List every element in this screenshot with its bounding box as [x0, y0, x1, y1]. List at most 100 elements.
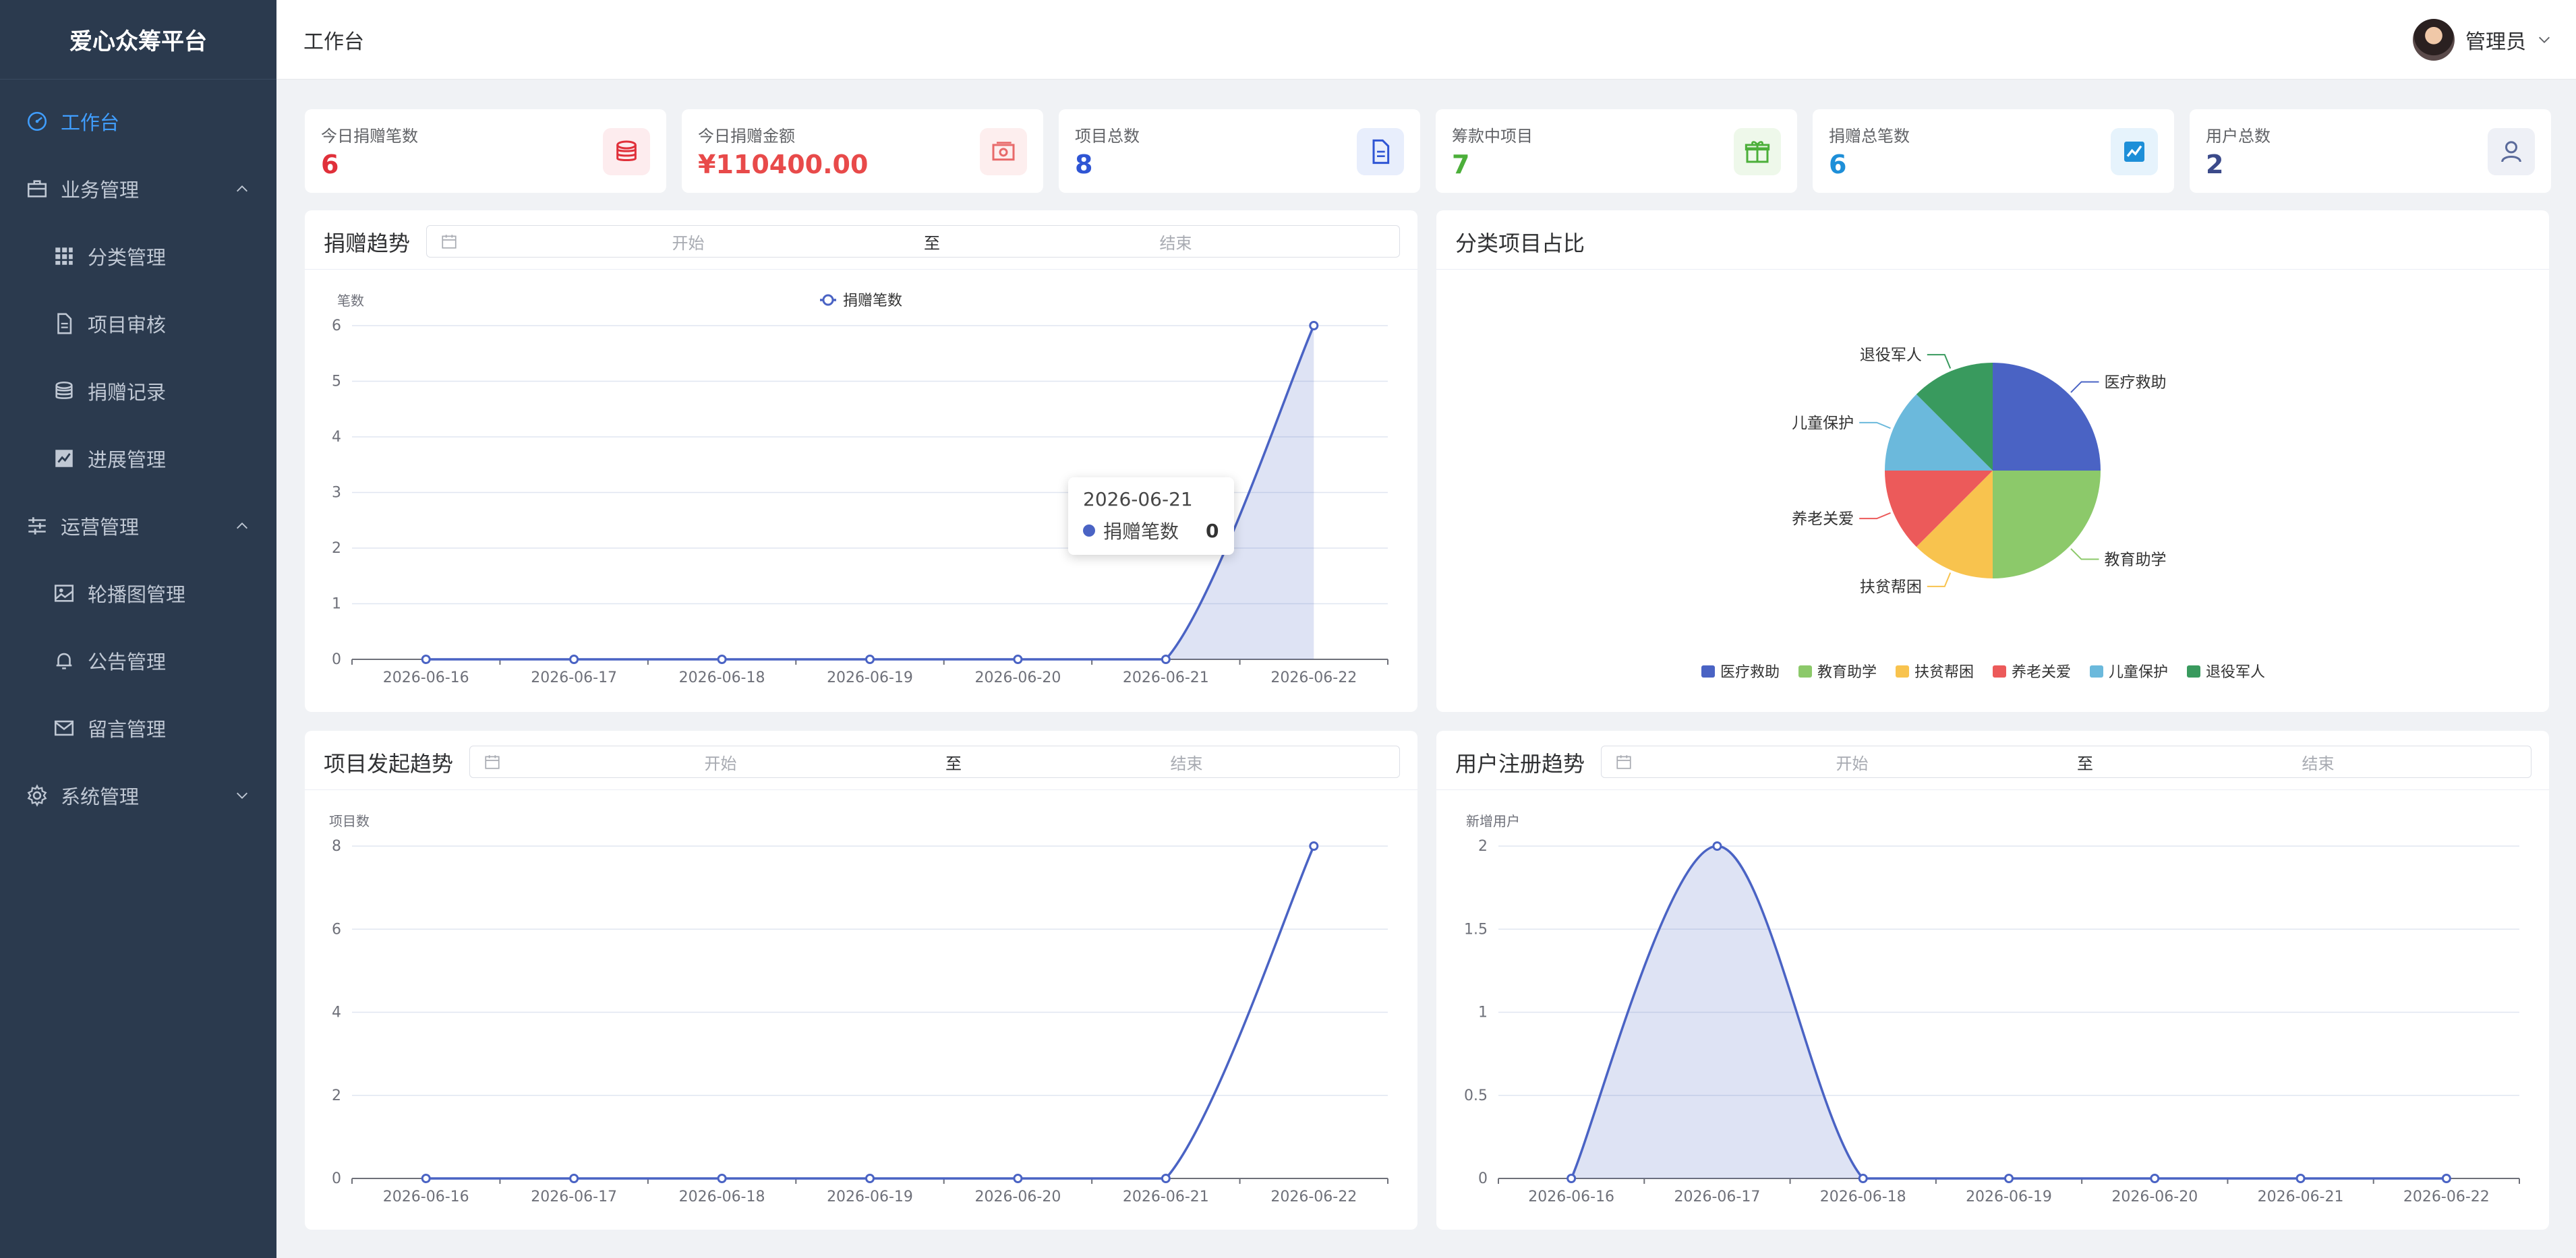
coins-icon — [53, 380, 76, 402]
y-axis-label: 笔数 — [337, 293, 364, 309]
image-icon — [54, 585, 74, 602]
legend-marker[interactable] — [2090, 665, 2103, 678]
sidebar-item-2[interactable]: 分类管理 — [0, 222, 276, 290]
sidebar-item-10[interactable]: 系统管理 — [0, 762, 276, 829]
x-tick-label: 2026-06-17 — [531, 669, 617, 686]
data-point[interactable] — [421, 1174, 431, 1183]
legend-marker[interactable] — [2187, 665, 2200, 678]
y-tick-label: 0 — [332, 651, 341, 668]
legend-label[interactable]: 扶贫帮困 — [1914, 664, 1974, 681]
sidebar-item-label: 分类管理 — [88, 246, 167, 269]
panel-header: 分类项目占比 — [1436, 210, 2549, 270]
data-point[interactable] — [2295, 1174, 2306, 1183]
sidebar-item-4[interactable]: 捐赠记录 — [0, 357, 276, 425]
x-tick-label: 2026-06-16 — [1528, 1189, 1614, 1205]
pie-slice[interactable] — [1993, 363, 2101, 471]
legend-label[interactable]: 教育助学 — [1817, 664, 1877, 681]
panel-title: 分类项目占比 — [1455, 231, 1585, 256]
start-date-input[interactable]: 开始 — [1639, 750, 2065, 774]
legend-label[interactable]: 养老关爱 — [2012, 664, 2071, 681]
y-tick-label: 8 — [332, 838, 341, 855]
sidebar-item-5[interactable]: 进展管理 — [0, 425, 276, 492]
date-range-picker[interactable]: 开始 至 结束 — [469, 746, 1400, 778]
data-point[interactable] — [2150, 1174, 2160, 1183]
chevron-down-icon[interactable] — [2537, 32, 2552, 47]
x-tick-label: 2026-06-16 — [383, 669, 469, 686]
bell-icon — [56, 653, 72, 669]
data-point[interactable] — [569, 655, 579, 664]
data-point[interactable] — [1161, 1174, 1171, 1183]
legend-marker[interactable] — [1798, 665, 1812, 678]
y-tick-label: 4 — [332, 1005, 341, 1021]
start-date-input[interactable]: 开始 — [508, 750, 933, 774]
sidebar-item-3[interactable]: 项目审核 — [0, 290, 276, 357]
data-point[interactable] — [2004, 1174, 2014, 1183]
pie-leader-line — [1859, 421, 1891, 429]
data-point[interactable] — [1567, 1174, 1577, 1183]
x-tick-label: 2026-06-18 — [679, 669, 765, 686]
data-point[interactable] — [1013, 655, 1023, 664]
start-date-input[interactable]: 开始 — [465, 230, 912, 253]
data-point[interactable] — [421, 655, 431, 664]
stat-card: 项目总数 8 — [1059, 109, 1420, 193]
legend-marker[interactable] — [1701, 665, 1715, 678]
y-tick-label: 6 — [332, 318, 341, 334]
sidebar-item-6[interactable]: 运营管理 — [0, 492, 276, 560]
data-point[interactable] — [569, 1174, 579, 1183]
data-point[interactable] — [717, 655, 727, 664]
data-point[interactable] — [865, 1174, 875, 1183]
user-menu[interactable]: 管理员 — [2413, 0, 2552, 80]
legend-label[interactable]: 医疗救助 — [1720, 664, 1780, 681]
pie-slice[interactable] — [1993, 471, 2101, 578]
sidebar-item-9[interactable]: 留言管理 — [0, 694, 276, 762]
x-tick-label: 2026-06-20 — [974, 1189, 1061, 1205]
end-date-input[interactable]: 结束 — [2105, 750, 2531, 774]
sidebar-item-8[interactable]: 公告管理 — [0, 627, 276, 694]
legend-marker[interactable] — [822, 294, 834, 306]
data-point[interactable] — [1309, 841, 1319, 851]
range-separator: 至 — [945, 754, 962, 773]
x-tick-label: 2026-06-20 — [974, 669, 1061, 686]
data-point[interactable] — [865, 655, 875, 664]
data-point[interactable] — [1013, 1174, 1023, 1183]
sidebar-item-1[interactable]: 业务管理 — [0, 155, 276, 222]
end-date-input[interactable]: 结束 — [974, 750, 1399, 774]
data-point[interactable] — [717, 1174, 727, 1183]
user-name[interactable]: 管理员 — [2465, 25, 2526, 55]
y-tick-label: 1 — [1478, 1005, 1488, 1021]
sliders-icon — [26, 514, 49, 537]
legend-label[interactable]: 儿童保护 — [2109, 664, 2168, 681]
data-point[interactable] — [2441, 1174, 2451, 1183]
y-tick-label: 2 — [332, 1087, 341, 1104]
range-separator: 至 — [2077, 754, 2093, 773]
y-tick-label: 4 — [332, 429, 341, 446]
data-point[interactable] — [1712, 841, 1722, 851]
user-icon — [2501, 141, 2521, 162]
legend-marker[interactable] — [1993, 665, 2006, 678]
legend-marker[interactable] — [1896, 665, 1909, 678]
pie-leader-line — [1927, 354, 1952, 369]
data-point[interactable] — [1309, 321, 1319, 330]
legend-label[interactable]: 退役军人 — [2206, 664, 2265, 681]
grid-icon — [53, 245, 76, 268]
chevron-up-icon — [237, 185, 247, 192]
x-tick-label: 2026-06-19 — [827, 669, 913, 686]
x-tick-label: 2026-06-17 — [531, 1189, 617, 1205]
legend-label[interactable]: 捐赠笔数 — [843, 293, 902, 309]
donation-trend-panel: 捐赠趋势 开始 至 结束 笔数 0 1 2 3 4 5 6 2026-06-16 2026-06-… — [305, 210, 1417, 712]
x-tick-label: 2026-06-19 — [827, 1189, 913, 1205]
sidebar-item-0[interactable]: 工作台 — [0, 88, 276, 155]
sidebar-item-label: 轮播图管理 — [88, 583, 186, 606]
panel-title: 项目发起趋势 — [324, 751, 454, 777]
data-point[interactable] — [1161, 655, 1171, 664]
end-date-input[interactable]: 结束 — [952, 230, 1399, 253]
data-point[interactable] — [1858, 1174, 1868, 1183]
money-icon — [992, 142, 1015, 161]
y-tick-label: 0 — [1478, 1170, 1488, 1187]
date-range-picker[interactable]: 开始 至 结束 — [426, 225, 1400, 258]
sidebar-item-7[interactable]: 轮播图管理 — [0, 560, 276, 627]
sidebar-item-label: 项目审核 — [88, 313, 167, 336]
avatar[interactable] — [2413, 19, 2455, 61]
panel-title: 捐赠趋势 — [324, 231, 411, 256]
date-range-picker[interactable]: 开始 至 结束 — [1601, 746, 2531, 778]
